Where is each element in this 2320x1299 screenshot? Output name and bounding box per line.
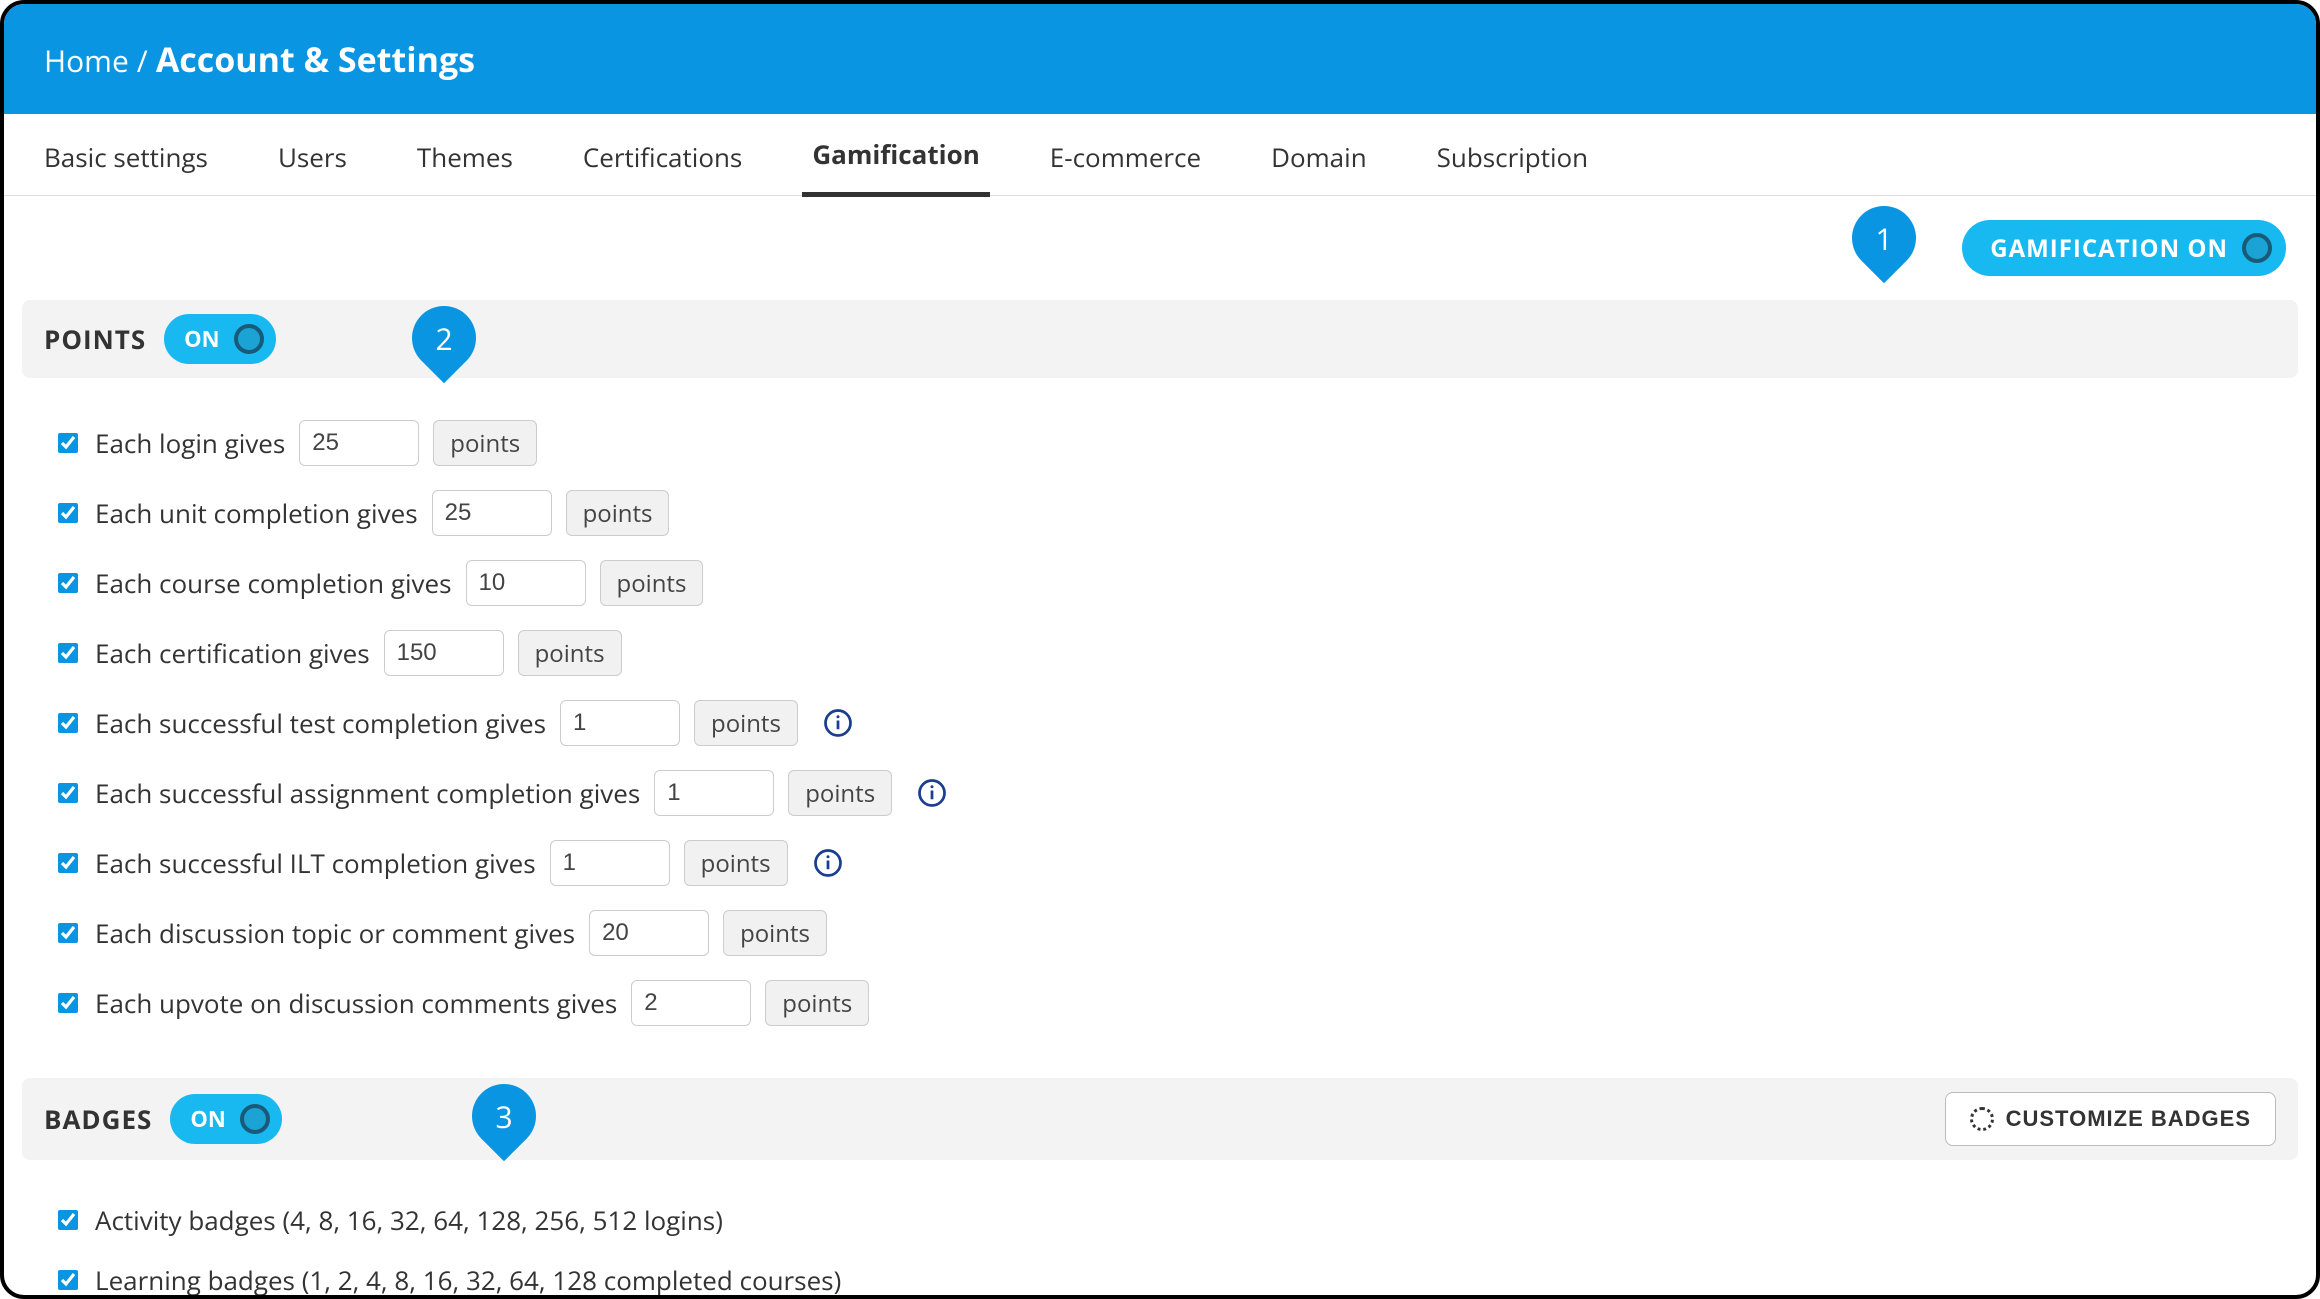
tab-users[interactable]: Users — [268, 115, 357, 195]
toggle-knob-icon — [2242, 233, 2272, 263]
points-toggle[interactable]: ON — [164, 314, 275, 364]
points-row-discussion-topic: Each discussion topic or comment gives p… — [54, 898, 2266, 968]
points-row-unit-completion: Each unit completion gives points — [54, 478, 2266, 548]
points-row-label: Each upvote on discussion comments gives — [95, 985, 617, 1021]
points-unit-label: points — [566, 490, 670, 536]
breadcrumb-separator: / — [137, 40, 148, 81]
breadcrumb-current: Account & Settings — [156, 36, 475, 82]
callout-2-label: 2 — [435, 318, 452, 359]
points-unit-label: points — [684, 840, 788, 886]
points-row-checkbox[interactable] — [58, 923, 78, 943]
callout-2: 2 — [399, 293, 490, 384]
points-row-label: Each successful ILT completion gives — [95, 845, 536, 881]
tab-domain[interactable]: Domain — [1261, 115, 1377, 195]
points-row-label: Each successful assignment completion gi… — [95, 775, 640, 811]
tab-certifications[interactable]: Certifications — [573, 115, 752, 195]
badges-row-learning: Learning badges (1, 2, 4, 8, 16, 32, 64,… — [54, 1250, 2266, 1299]
customize-badges-label: CUSTOMIZE BADGES — [2006, 1106, 2251, 1132]
points-row-checkbox[interactable] — [58, 783, 78, 803]
points-row-value-input[interactable] — [432, 490, 552, 536]
tab-ecommerce[interactable]: E-commerce — [1040, 115, 1211, 195]
tab-themes[interactable]: Themes — [407, 115, 523, 195]
badges-row-label: Learning badges (1, 2, 4, 8, 16, 32, 64,… — [95, 1262, 841, 1298]
badges-row-activity: Activity badges (4, 8, 16, 32, 64, 128, … — [54, 1190, 2266, 1250]
settings-tabs: Basic settings Users Themes Certificatio… — [4, 114, 2316, 196]
callout-1-label: 1 — [1875, 218, 1892, 259]
toggle-knob-icon — [234, 324, 264, 354]
points-title: POINTS — [44, 321, 146, 357]
toggle-knob-icon — [240, 1104, 270, 1134]
breadcrumb-home[interactable]: Home — [44, 40, 129, 81]
points-row-checkbox[interactable] — [58, 713, 78, 733]
badges-toggle-label: ON — [190, 1104, 225, 1134]
points-row-label: Each successful test completion gives — [95, 705, 546, 741]
points-row-checkbox[interactable] — [58, 503, 78, 523]
tab-gamification[interactable]: Gamification — [802, 112, 989, 197]
points-unit-label: points — [518, 630, 622, 676]
points-row-label: Each course completion gives — [95, 565, 452, 601]
badges-row-checkbox[interactable] — [58, 1270, 78, 1290]
callout-3: 3 — [459, 1071, 550, 1162]
points-row-checkbox[interactable] — [58, 433, 78, 453]
gamification-toggle-row: 1 GAMIFICATION ON — [4, 196, 2316, 288]
points-row-value-input[interactable] — [466, 560, 586, 606]
page-header: Home / Account & Settings — [4, 4, 2316, 114]
points-row-login: Each login gives points — [54, 408, 2266, 478]
tab-subscription[interactable]: Subscription — [1427, 115, 1598, 195]
points-row-value-input[interactable] — [384, 630, 504, 676]
points-row-label: Each unit completion gives — [95, 495, 418, 531]
info-icon[interactable] — [812, 847, 844, 879]
points-unit-label: points — [765, 980, 869, 1026]
badges-title: BADGES — [44, 1101, 152, 1137]
points-unit-label: points — [694, 700, 798, 746]
spinner-icon — [1970, 1107, 1994, 1131]
badges-rows: Activity badges (4, 8, 16, 32, 64, 128, … — [4, 1172, 2316, 1299]
points-row-checkbox[interactable] — [58, 993, 78, 1013]
info-icon[interactable] — [822, 707, 854, 739]
points-row-assignment-completion: Each successful assignment completion gi… — [54, 758, 2266, 828]
points-row-certification: Each certification gives points — [54, 618, 2266, 688]
gamification-toggle-label: GAMIFICATION ON — [1990, 232, 2228, 265]
points-row-checkbox[interactable] — [58, 573, 78, 593]
points-row-label: Each discussion topic or comment gives — [95, 915, 575, 951]
points-rows: Each login gives points Each unit comple… — [4, 390, 2316, 1066]
badges-row-checkbox[interactable] — [58, 1210, 78, 1230]
callout-3-label: 3 — [495, 1096, 512, 1137]
info-icon[interactable] — [916, 777, 948, 809]
customize-badges-button[interactable]: CUSTOMIZE BADGES — [1945, 1092, 2276, 1146]
points-row-checkbox[interactable] — [58, 643, 78, 663]
points-row-value-input[interactable] — [560, 700, 680, 746]
points-row-test-completion: Each successful test completion gives po… — [54, 688, 2266, 758]
points-unit-label: points — [600, 560, 704, 606]
points-row-value-input[interactable] — [550, 840, 670, 886]
points-row-value-input[interactable] — [299, 420, 419, 466]
app-frame: Home / Account & Settings Basic settings… — [0, 0, 2320, 1299]
points-row-checkbox[interactable] — [58, 853, 78, 873]
points-unit-label: points — [433, 420, 537, 466]
tab-basic-settings[interactable]: Basic settings — [34, 115, 218, 195]
points-row-upvote: Each upvote on discussion comments gives… — [54, 968, 2266, 1038]
badges-toggle[interactable]: ON — [170, 1094, 281, 1144]
badges-row-label: Activity badges (4, 8, 16, 32, 64, 128, … — [95, 1202, 723, 1238]
gamification-toggle[interactable]: GAMIFICATION ON — [1962, 220, 2286, 276]
points-row-value-input[interactable] — [654, 770, 774, 816]
points-row-ilt-completion: Each successful ILT completion gives poi… — [54, 828, 2266, 898]
callout-1: 1 — [1839, 193, 1930, 284]
points-toggle-label: ON — [184, 324, 219, 354]
badges-section-header: BADGES ON 3 CUSTOMIZE BADGES — [22, 1078, 2298, 1160]
points-row-label: Each login gives — [95, 425, 285, 461]
points-row-course-completion: Each course completion gives points — [54, 548, 2266, 618]
points-unit-label: points — [723, 910, 827, 956]
points-row-label: Each certification gives — [95, 635, 370, 671]
points-row-value-input[interactable] — [589, 910, 709, 956]
points-section-header: POINTS ON 2 — [22, 300, 2298, 378]
points-row-value-input[interactable] — [631, 980, 751, 1026]
breadcrumb: Home / Account & Settings — [44, 36, 475, 82]
points-unit-label: points — [788, 770, 892, 816]
